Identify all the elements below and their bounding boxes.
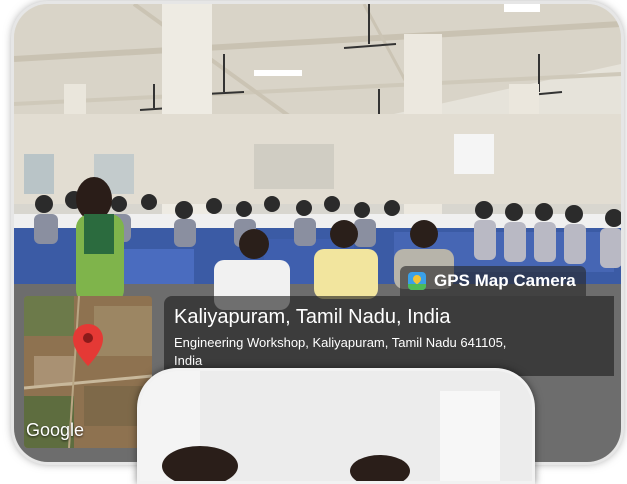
map-pin-icon [73,324,103,366]
inset-photo [137,368,535,484]
google-map-label: Google [26,420,85,440]
inset-scene [140,371,532,481]
camera-app-name: GPS Map Camera [434,271,576,290]
address-line-1: Engineering Workshop, Kaliyapuram, Tamil… [174,335,507,350]
location-info-panel: Kaliyapuram, Tamil Nadu, India Engineeri… [164,296,614,376]
location-title: Kaliyapuram, Tamil Nadu, India [174,306,451,328]
gps-camera-badge: GPS Map Camera [400,266,586,296]
location-address: Engineering Workshop, Kaliyapuram, Tamil… [174,334,604,370]
gps-map-camera-icon [408,272,426,290]
